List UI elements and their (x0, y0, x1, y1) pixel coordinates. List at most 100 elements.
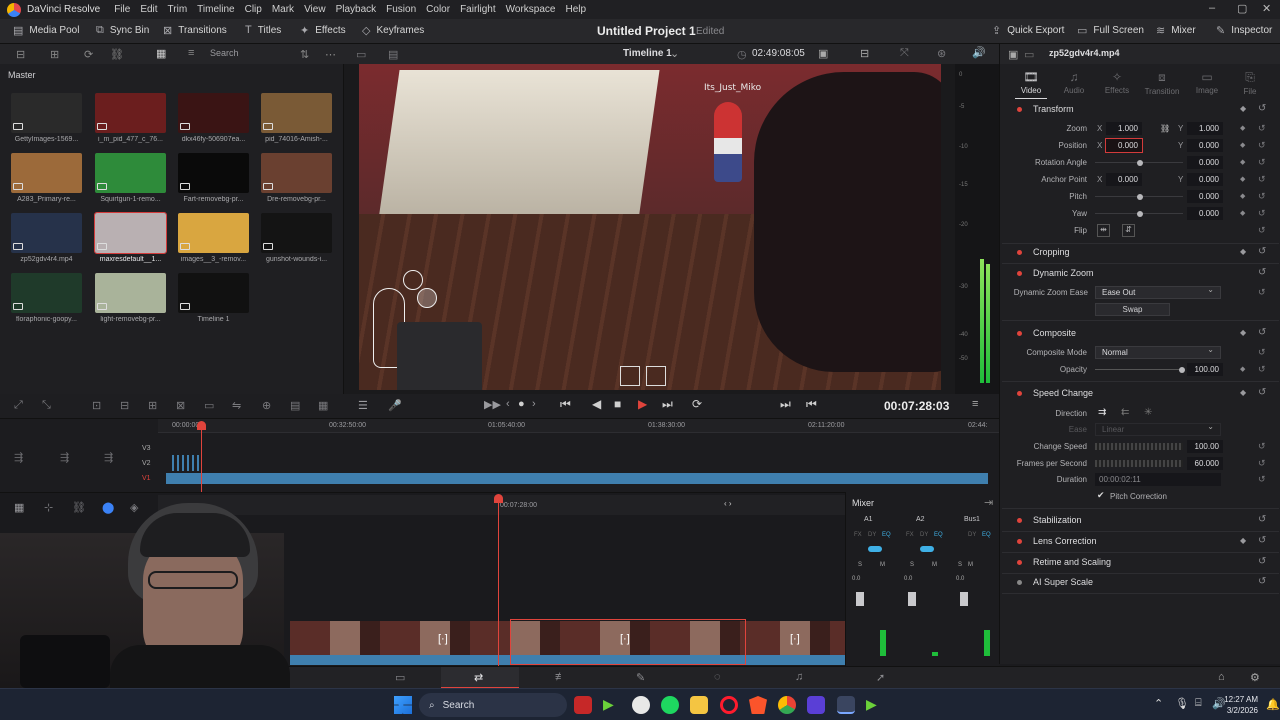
dy-label[interactable]: DY (920, 532, 928, 538)
pitch-slider[interactable] (1095, 194, 1183, 200)
reset-icon[interactable]: ↺ (1258, 287, 1266, 298)
edit-page-icon[interactable]: ⇄ (474, 671, 483, 684)
keyframe-icon[interactable]: ◆ (1240, 209, 1245, 217)
tab-audio[interactable]: ♫ Audio (1052, 70, 1096, 95)
menu-trim[interactable]: Trim (168, 4, 188, 15)
taskbar-clock[interactable]: 12:27 AM 3/2/2026 (1224, 694, 1258, 716)
reset-icon[interactable]: ↺ (1258, 458, 1266, 469)
reset-icon[interactable]: ↺ (1258, 191, 1266, 202)
jog-right-icon[interactable]: › (532, 398, 536, 410)
zoom-handle-icon[interactable]: ‹ › (724, 499, 732, 508)
media-page-icon[interactable]: ▭ (395, 671, 405, 684)
grid-app-icon[interactable] (807, 696, 825, 714)
viewer-layout-icon[interactable]: ▭ (356, 48, 366, 61)
replace-clip-icon[interactable]: ⊞ (148, 399, 157, 412)
channel-fader[interactable] (908, 592, 916, 606)
media-clip[interactable]: A283_Primary-re... (11, 153, 82, 203)
go-to-start-icon[interactable]: ⏮ (560, 397, 571, 412)
flip-vertical-icon[interactable]: ⇵ (1122, 224, 1135, 237)
media-clip[interactable]: i_m_pid_477_c_76... (95, 93, 166, 143)
davinci-taskbar-icon[interactable] (837, 696, 855, 714)
keyframe-icon[interactable]: ◆ (1240, 175, 1245, 183)
effects-button[interactable]: ✦ Effects (300, 24, 346, 37)
enable-dot-icon[interactable] (1017, 518, 1022, 523)
collapse-icon[interactable]: ⊟ (16, 48, 25, 61)
sort-order-icon[interactable]: ⇅ (300, 48, 309, 61)
search-input[interactable]: Search (210, 48, 239, 58)
enable-dot-icon[interactable] (1017, 580, 1022, 585)
playhead-handle[interactable] (494, 494, 503, 503)
tab-video[interactable]: 🎞 Video (1009, 70, 1053, 99)
dy-label[interactable]: DY (968, 532, 976, 538)
chrome-icon[interactable] (778, 696, 796, 714)
minimize-icon[interactable]: – (1209, 2, 1215, 14)
slider-knob[interactable] (1137, 194, 1143, 200)
file-explorer-icon[interactable] (690, 696, 708, 714)
media-clip[interactable]: Dre-removebg-pr... (261, 153, 332, 203)
keyframe-icon[interactable]: ◆ (1240, 365, 1245, 373)
section-ai-super-scale[interactable]: AI Super Scale ↺ (1000, 574, 1280, 592)
enable-dot-icon[interactable] (1017, 271, 1022, 276)
track-tool-icon[interactable]: ⇶ (60, 451, 69, 464)
full-screen-button[interactable]: ▭ Full Screen (1077, 24, 1144, 37)
taskbar-search[interactable]: ⌕ Search (419, 693, 567, 717)
mixer-button[interactable]: ≋ Mixer (1156, 24, 1196, 37)
section-lens-correction[interactable]: Lens Correction ◆ ↺ (1000, 533, 1280, 551)
reset-icon[interactable]: ↺ (1258, 535, 1266, 546)
overwrite-clip-icon[interactable]: ⊟ (120, 399, 129, 412)
microphone-icon[interactable]: 🎙 (1175, 697, 1189, 710)
reset-icon[interactable]: ↺ (1258, 576, 1266, 587)
media-clip[interactable]: dkx46fy-506907ea... (178, 93, 249, 143)
reset-icon[interactable]: ↺ (1258, 514, 1266, 525)
media-clip[interactable]: light-removebg-pr... (95, 273, 166, 323)
menu-edit[interactable]: Edit (140, 4, 157, 15)
viewer-split-icon[interactable]: ▤ (388, 48, 398, 61)
volume-icon[interactable]: 🔊 (972, 46, 986, 59)
eq-label[interactable]: EQ (982, 532, 991, 538)
network-icon[interactable]: ⌸ (1195, 697, 1202, 710)
loop-icon[interactable]: ⟳ (692, 397, 702, 411)
menu-workspace[interactable]: Workspace (506, 4, 556, 15)
dynamic-zoom-ease-dropdown[interactable]: Ease Out (1095, 285, 1221, 299)
track-tool-icon[interactable]: ⇶ (14, 451, 23, 464)
place-on-top-icon[interactable]: ▭ (204, 399, 214, 412)
bypass-icon[interactable]: ⊛ (937, 47, 946, 60)
selection-tool-icon[interactable]: ⤢ (14, 399, 23, 412)
media-clip[interactable]: images__3_-remov... (178, 213, 249, 263)
fx-label[interactable]: FX (854, 532, 862, 538)
obs-icon[interactable] (632, 696, 650, 714)
opera-icon[interactable] (720, 696, 738, 714)
play-icon[interactable]: ▶ (638, 397, 647, 411)
section-speed-change[interactable]: Speed Change ◆ ↺ (1000, 385, 1280, 403)
keyframe-icon[interactable]: ◆ (1240, 388, 1246, 397)
menu-file[interactable]: File (114, 4, 130, 15)
play-app-2-icon[interactable]: ▶ (866, 696, 884, 714)
sync-bin-button[interactable]: ⧉ Sync Bin (96, 24, 149, 37)
pitch-field[interactable]: 0.000 (1187, 190, 1223, 203)
keyframe-icon[interactable]: ◆ (1240, 328, 1246, 337)
reset-icon[interactable]: ↺ (1258, 140, 1266, 151)
reset-icon[interactable]: ↺ (1258, 327, 1266, 338)
keyframe-icon[interactable]: ◆ (1240, 536, 1246, 545)
maximize-icon[interactable]: ▢ (1237, 2, 1247, 15)
enable-dot-icon[interactable] (1017, 391, 1022, 396)
enable-dot-icon[interactable] (1017, 560, 1022, 565)
link-icon[interactable]: ⛓ (110, 48, 124, 61)
reset-icon[interactable]: ↺ (1258, 441, 1266, 452)
tab-file[interactable]: ⎘ File (1228, 70, 1272, 96)
transform-tool-icon[interactable]: ⤧ (900, 47, 909, 60)
windows-start-icon[interactable] (394, 696, 412, 714)
menu-fusion[interactable]: Fusion (386, 4, 416, 15)
section-stabilization[interactable]: Stabilization ↺ (1000, 512, 1280, 530)
keyframes-button[interactable]: ◇ Keyframes (362, 24, 424, 37)
checkbox-checked-icon[interactable]: ✔ (1097, 490, 1105, 501)
reset-icon[interactable]: ↺ (1258, 387, 1266, 398)
media-clip[interactable]: Timeline 1 (178, 273, 249, 323)
append-icon[interactable]: ▤ (290, 399, 300, 412)
mixer-options-icon[interactable]: ⇥ (984, 496, 993, 509)
media-clip[interactable]: Squirtgun-1-remo... (95, 153, 166, 203)
go-to-end-icon[interactable]: ⏭ (662, 397, 673, 412)
media-clip[interactable]: pid_74016-Amish-... (261, 93, 332, 143)
flip-horizontal-icon[interactable]: ⇹ (1097, 224, 1110, 237)
opacity-field[interactable]: 100.00 (1187, 363, 1223, 376)
